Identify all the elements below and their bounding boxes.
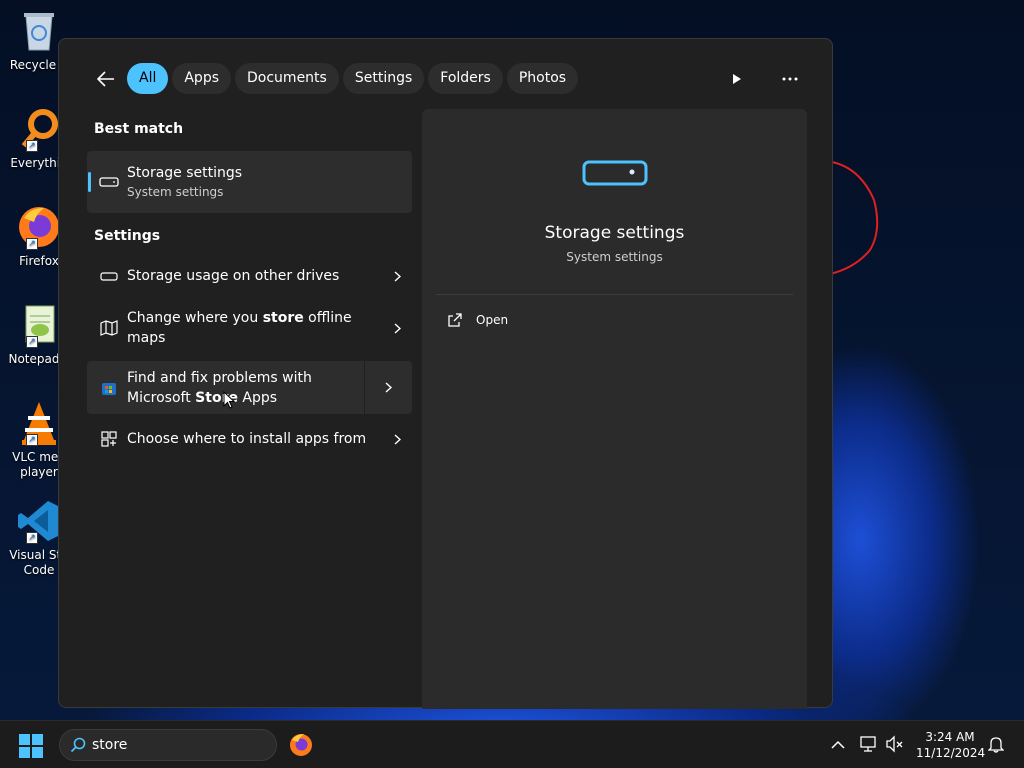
everything-search-icon: ↗ — [16, 106, 62, 152]
arrow-left-icon — [97, 70, 114, 87]
taskbar-clock[interactable]: 3:24 AM 11/12/2024 — [916, 729, 986, 761]
best-match-heading: Best match — [94, 121, 184, 137]
chevron-right-icon[interactable] — [382, 322, 412, 334]
chevron-up-icon — [831, 740, 845, 749]
search-icon — [70, 737, 86, 753]
settings-heading: Settings — [94, 228, 161, 244]
more-options-button[interactable] — [773, 63, 807, 94]
notifications-button[interactable] — [987, 735, 1005, 757]
map-icon — [97, 320, 121, 336]
vscode-icon: ↗ — [16, 498, 62, 544]
open-external-icon — [448, 313, 462, 327]
clock-date: 11/12/2024 — [916, 746, 986, 760]
settings-result-store-troubleshoot[interactable]: Find and fix problems with Microsoft Sto… — [87, 361, 412, 414]
drive-icon — [97, 177, 121, 187]
preview-title: Storage settings — [544, 223, 685, 243]
taskbar-search-input[interactable] — [92, 737, 262, 753]
selection-accent — [88, 172, 91, 192]
back-button[interactable] — [89, 62, 123, 95]
taskbar-search-box[interactable] — [59, 729, 277, 761]
chevron-right-icon[interactable] — [382, 433, 412, 445]
vlc-icon: ↗ — [16, 400, 62, 446]
storage-drive-icon — [582, 159, 648, 191]
filter-all[interactable]: All — [127, 63, 169, 94]
filter-photos[interactable]: Photos — [506, 63, 579, 94]
settings-result-label: Change where you store offline maps — [127, 310, 352, 346]
settings-result-label: Find and fix problems with Microsoft Sto… — [127, 369, 312, 406]
filter-documents[interactable]: Documents — [235, 63, 339, 94]
row-split-divider — [364, 361, 365, 414]
search-filter-bar: All Apps Documents Settings Folders Phot… — [89, 62, 582, 95]
taskbar-app-firefox[interactable] — [288, 732, 314, 762]
firefox-icon — [290, 734, 312, 756]
filter-settings[interactable]: Settings — [342, 63, 425, 94]
volume-muted-button[interactable] — [886, 735, 904, 757]
filter-apps[interactable]: Apps — [172, 63, 232, 94]
ellipsis-icon — [782, 77, 798, 80]
recycle-bin-icon — [16, 8, 62, 54]
chevron-right-icon[interactable] — [365, 382, 412, 393]
network-status-button[interactable] — [860, 735, 878, 757]
result-preview-pane: Storage settings System settings Open — [422, 109, 807, 709]
notepad-plus-plus-icon: ↗ — [16, 302, 62, 348]
settings-result-label: Choose where to install apps from — [127, 431, 367, 447]
filter-folders[interactable]: Folders — [428, 63, 503, 94]
windows-search-panel: All Apps Documents Settings Folders Phot… — [58, 38, 833, 709]
settings-result-offline-maps[interactable]: Change where you store offline maps — [87, 305, 412, 351]
settings-result-install-apps[interactable]: Choose where to install apps from — [87, 420, 412, 458]
best-match-result[interactable]: Storage settings System settings — [87, 151, 412, 213]
bell-icon — [987, 737, 1005, 753]
store-icon — [97, 380, 121, 396]
preview-subtitle: System settings — [566, 250, 663, 264]
clock-time: 3:24 AM — [925, 730, 975, 744]
settings-result-label: Storage usage on other drives — [127, 268, 340, 284]
network-icon — [860, 736, 876, 752]
apps-icon — [97, 431, 121, 447]
more-filters-button[interactable] — [720, 63, 754, 94]
play-icon — [733, 73, 741, 84]
chevron-right-icon[interactable] — [382, 270, 412, 282]
windows-logo-icon — [19, 734, 43, 758]
taskbar: 3:24 AM 11/12/2024 — [0, 720, 1024, 768]
preview-divider — [436, 294, 793, 295]
firefox-icon: ↗ — [16, 204, 62, 250]
settings-result-storage-usage[interactable]: Storage usage on other drives — [87, 257, 412, 295]
open-action-label: Open — [476, 313, 509, 327]
speaker-muted-icon — [886, 735, 903, 753]
mouse-cursor-icon — [223, 391, 235, 409]
open-action[interactable]: Open — [448, 313, 508, 327]
drive-icon — [97, 271, 121, 281]
best-match-title: Storage settings — [127, 165, 243, 181]
show-hidden-icons-button[interactable] — [831, 735, 845, 754]
best-match-subtitle: System settings — [127, 185, 224, 199]
start-button[interactable] — [18, 733, 44, 763]
